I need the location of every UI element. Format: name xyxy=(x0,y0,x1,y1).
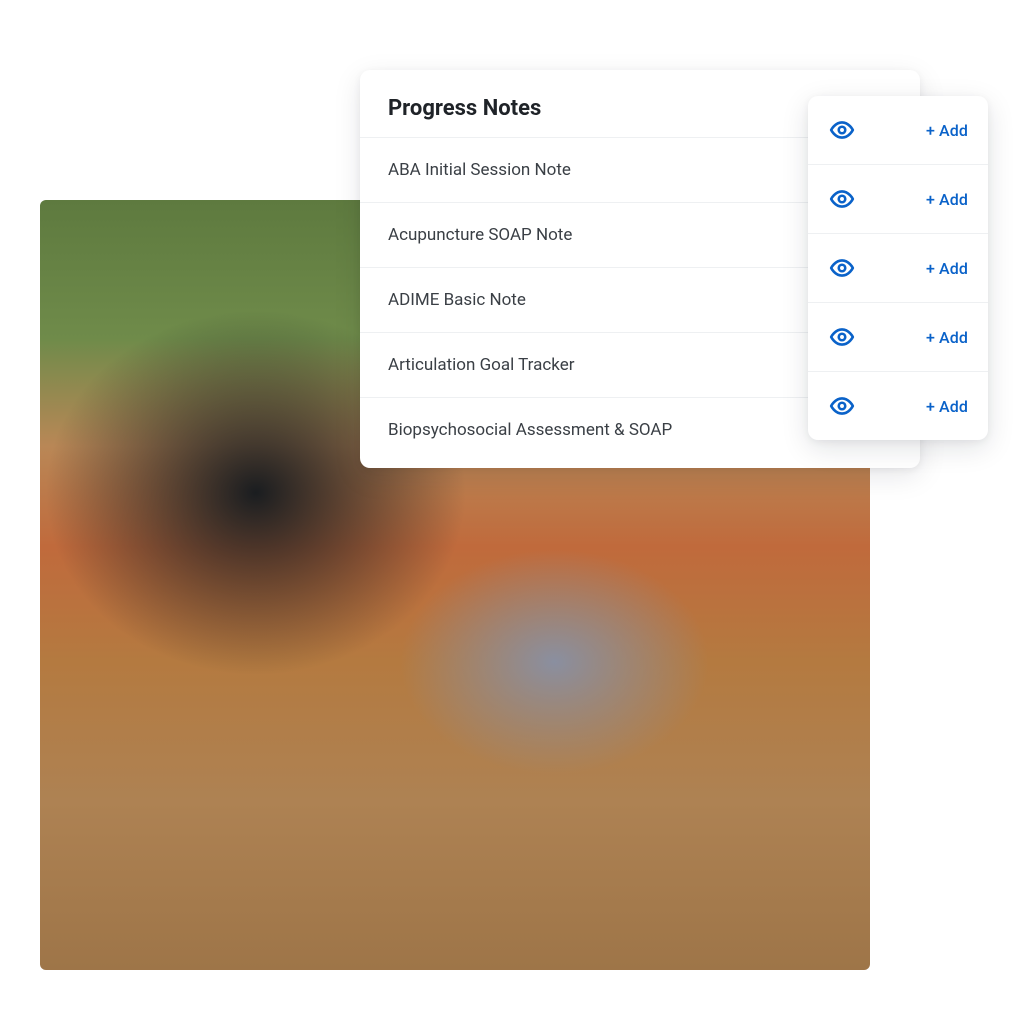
note-label: ADIME Basic Note xyxy=(388,290,526,310)
action-row: + Add xyxy=(808,164,988,233)
note-label: ABA Initial Session Note xyxy=(388,160,571,180)
action-row: + Add xyxy=(808,96,988,164)
eye-icon[interactable] xyxy=(828,185,856,213)
action-row: + Add xyxy=(808,302,988,371)
add-button[interactable]: + Add xyxy=(926,328,968,347)
add-button[interactable]: + Add xyxy=(926,190,968,209)
eye-icon[interactable] xyxy=(828,116,856,144)
action-row: + Add xyxy=(808,371,988,440)
add-button[interactable]: + Add xyxy=(926,397,968,416)
note-label: Acupuncture SOAP Note xyxy=(388,225,572,245)
eye-icon[interactable] xyxy=(828,254,856,282)
actions-card: + Add + Add + Add + Add xyxy=(808,96,988,440)
eye-icon[interactable] xyxy=(828,392,856,420)
note-label: Biopsychosocial Assessment & SOAP xyxy=(388,420,672,440)
eye-icon[interactable] xyxy=(828,323,856,351)
action-row: + Add xyxy=(808,233,988,302)
add-button[interactable]: + Add xyxy=(926,121,968,140)
note-label: Articulation Goal Tracker xyxy=(388,355,574,375)
add-button[interactable]: + Add xyxy=(926,259,968,278)
